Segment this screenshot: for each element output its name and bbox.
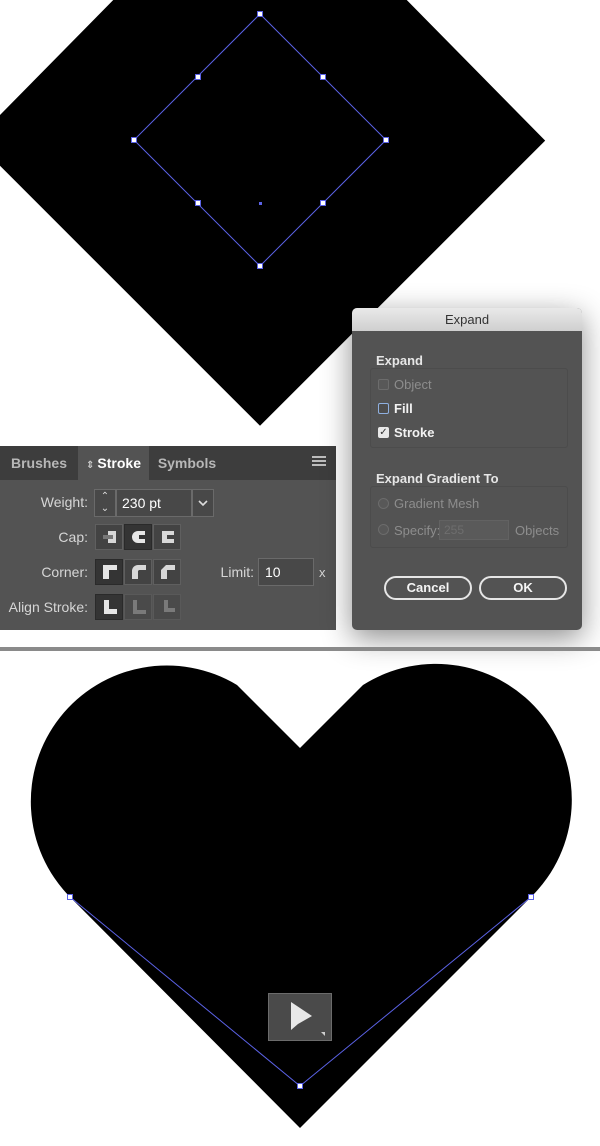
tab-stroke[interactable]: ⇕ Stroke [78, 446, 149, 480]
cap-label: Cap: [58, 529, 88, 545]
anchor-point-bottom-left[interactable] [67, 894, 73, 900]
dialog-title: Expand [352, 308, 582, 331]
miter-join-icon [103, 565, 117, 579]
direct-selection-tool-icon [291, 1002, 325, 1036]
align-outside-button[interactable] [153, 594, 181, 620]
align-stroke-label: Align Stroke: [8, 599, 88, 615]
center-point [259, 202, 262, 205]
object-checkbox[interactable] [378, 379, 389, 390]
limit-label: Limit: [220, 564, 254, 580]
align-center-button[interactable] [95, 594, 123, 620]
anchor-point-mid-lower-left[interactable] [195, 200, 201, 206]
butt-cap-icon [103, 531, 116, 543]
anchor-point-mid-lower-right[interactable] [320, 200, 326, 206]
projecting-cap-button[interactable] [153, 524, 181, 550]
anchor-point-left[interactable] [131, 137, 137, 143]
align-center-icon [104, 600, 117, 614]
panel-tab-bar: Brushes ⇕ Stroke Symbols [0, 446, 336, 480]
stepper-up-icon[interactable]: ⌃ [95, 491, 115, 503]
stroke-label: Stroke [394, 425, 435, 440]
specify-radio[interactable] [378, 524, 389, 535]
anchor-point-mid-upper-left[interactable] [195, 74, 201, 80]
ok-button[interactable]: OK [479, 576, 567, 600]
corner-label: Corner: [41, 564, 88, 580]
anchor-point-right[interactable] [383, 137, 389, 143]
tab-stroke-label: Stroke [97, 455, 141, 471]
round-cap-icon [132, 531, 145, 543]
gradient-mesh-label: Gradient Mesh [394, 496, 480, 511]
gradient-mesh-radio[interactable] [378, 498, 389, 509]
heart-shape-bottom[interactable] [30, 663, 572, 1128]
round-cap-button[interactable] [124, 524, 152, 550]
fill-checkbox[interactable] [378, 403, 389, 414]
checkmark-icon: ✓ [379, 427, 388, 438]
object-label: Object [394, 377, 432, 392]
chevron-down-icon [198, 500, 208, 507]
miter-limit-input[interactable]: 10 [258, 558, 314, 586]
anchor-point-mid-upper-right[interactable] [320, 74, 326, 80]
anchor-point-bottom-right[interactable] [528, 894, 534, 900]
heart-shape-top[interactable] [0, 0, 546, 426]
up-down-arrows-icon: ⇕ [86, 460, 95, 471]
specify-objects-input[interactable]: 255 [439, 520, 509, 540]
round-join-icon [132, 565, 146, 579]
expand-section-label: Expand [376, 353, 423, 368]
stepper-down-icon[interactable]: ⌄ [95, 503, 115, 515]
weight-input[interactable]: 230 pt [116, 489, 192, 517]
anchor-point-bottom[interactable] [257, 263, 263, 269]
tab-brushes[interactable]: Brushes [0, 446, 78, 480]
selection-path-bottom [69, 896, 532, 1087]
weight-stepper[interactable]: ⌃ ⌄ [94, 489, 116, 517]
stroke-checkbox[interactable]: ✓ [378, 427, 389, 438]
panel-menu-icon[interactable] [312, 456, 326, 468]
weight-label: Weight: [40, 494, 88, 510]
cancel-button[interactable]: Cancel [384, 576, 472, 600]
align-inside-button[interactable] [124, 594, 152, 620]
objects-label: Objects [515, 523, 560, 538]
butt-cap-button[interactable] [95, 524, 123, 550]
weight-dropdown-button[interactable] [192, 489, 214, 517]
bevel-join-icon [161, 565, 175, 579]
projecting-cap-icon [162, 531, 174, 543]
bevel-join-button[interactable] [153, 559, 181, 585]
round-join-button[interactable] [124, 559, 152, 585]
tab-symbols[interactable]: Symbols [149, 446, 225, 480]
fill-label: Fill [394, 401, 413, 416]
limit-suffix: x [319, 565, 326, 580]
anchor-point-bottom-tip[interactable] [297, 1083, 303, 1089]
specify-label: Specify: [394, 523, 441, 538]
direct-selection-tool[interactable] [268, 993, 332, 1041]
align-inside-icon [133, 600, 146, 614]
anchor-point-top[interactable] [257, 11, 263, 17]
miter-join-button[interactable] [95, 559, 123, 585]
align-outside-icon [164, 600, 175, 612]
step-divider [0, 647, 600, 651]
expand-gradient-section-label: Expand Gradient To [376, 471, 499, 486]
